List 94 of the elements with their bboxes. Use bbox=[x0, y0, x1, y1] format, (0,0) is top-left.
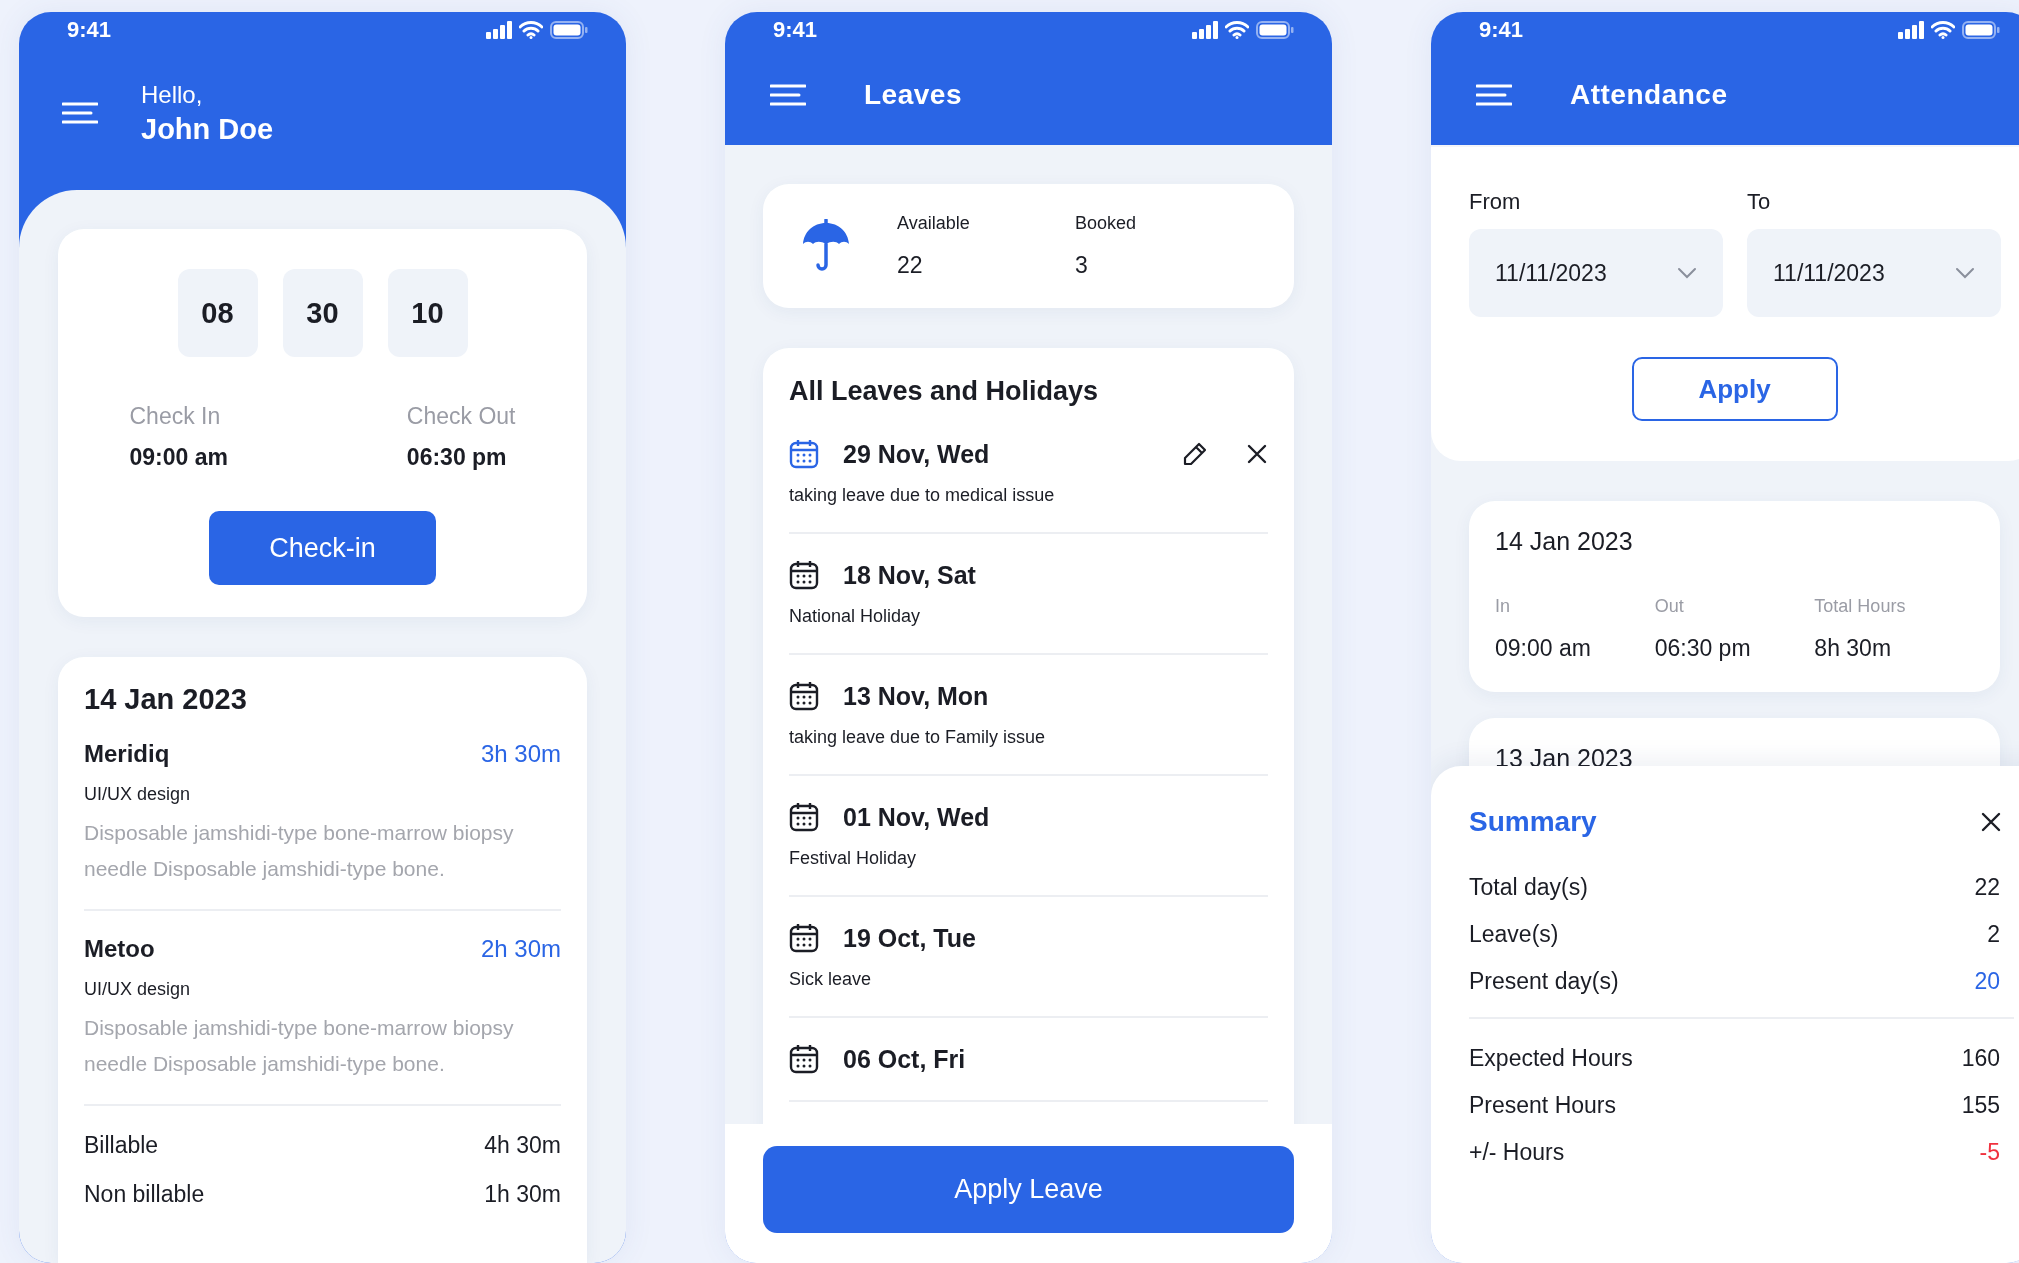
check-out-label: Check Out bbox=[406, 403, 516, 430]
signal-icon bbox=[1192, 21, 1218, 39]
balance-value: 22 bbox=[897, 252, 924, 279]
check-in-button[interactable]: Check-in bbox=[209, 511, 436, 585]
pencil-icon[interactable] bbox=[1182, 441, 1208, 467]
attendance-label: Total Hours bbox=[1814, 596, 1907, 617]
close-icon[interactable] bbox=[1980, 811, 2002, 833]
summary-value: -5 bbox=[1979, 1139, 2000, 1166]
greeting-text: Hello, bbox=[141, 80, 204, 109]
menu-icon[interactable] bbox=[770, 84, 806, 106]
chevron-down-icon bbox=[1677, 267, 1697, 279]
project-description: Disposable jamshidi-type bone-marrow biopsy needle Disposable jamshidi-type bone. bbox=[84, 820, 515, 882]
summary-value: 2 bbox=[1987, 921, 2000, 948]
calendar-icon bbox=[789, 439, 819, 469]
leave-date: 01 Nov, Wed bbox=[843, 802, 991, 832]
signal-icon bbox=[1898, 21, 1924, 39]
calendar-icon bbox=[789, 802, 819, 832]
summary-title: Summary bbox=[1469, 806, 1597, 838]
battery-icon bbox=[1962, 21, 2000, 39]
summary-label: Present day(s) bbox=[1469, 968, 1619, 995]
summary-value: 155 bbox=[1961, 1092, 2000, 1119]
status-time: 9:41 bbox=[773, 17, 818, 43]
leave-note: Festival Holiday bbox=[789, 848, 918, 869]
balance-label: Booked bbox=[1075, 213, 1138, 234]
project-description: Disposable jamshidi-type bone-marrow biopsy needle Disposable jamshidi-type bone. bbox=[84, 1015, 515, 1077]
summary-label: +/- Hours bbox=[1469, 1139, 1565, 1166]
status-time: 9:41 bbox=[1479, 17, 1524, 43]
status-time: 9:41 bbox=[67, 17, 112, 43]
leave-note: taking leave due to medical issue bbox=[789, 485, 1056, 506]
attendance-value: 06:30 pm bbox=[1654, 635, 1752, 662]
menu-icon[interactable] bbox=[62, 102, 98, 124]
timer-digit: 10 bbox=[387, 269, 468, 357]
date-dropdown[interactable]: 11/11/2023 bbox=[1469, 229, 1723, 317]
summary-value: 22 bbox=[1974, 874, 2000, 901]
leave-note: National Holiday bbox=[789, 606, 922, 627]
apply-leave-button[interactable]: Apply Leave bbox=[763, 1146, 1294, 1233]
leave-date: 18 Nov, Sat bbox=[843, 560, 977, 590]
check-out-time: 06:30 pm bbox=[406, 444, 508, 471]
total-value: 1h 30m bbox=[484, 1181, 561, 1208]
project-role: UI/UX design bbox=[84, 784, 192, 805]
umbrella-icon bbox=[801, 219, 851, 273]
total-label: Billable bbox=[84, 1132, 159, 1159]
close-icon[interactable] bbox=[1246, 443, 1268, 465]
summary-value: 20 bbox=[1974, 968, 2000, 995]
total-value: 4h 30m bbox=[484, 1132, 561, 1159]
wifi-icon bbox=[519, 21, 543, 39]
screen-title: Leaves bbox=[864, 79, 962, 111]
calendar-icon bbox=[789, 681, 819, 711]
date-label: From bbox=[1469, 189, 1522, 215]
apply-button[interactable]: Apply bbox=[1631, 357, 1838, 421]
attendance-value: 8h 30m bbox=[1814, 635, 1893, 662]
battery-icon bbox=[1256, 21, 1294, 39]
user-name: John Doe bbox=[141, 112, 274, 146]
total-label: Non billable bbox=[84, 1181, 205, 1208]
leave-date: 19 Oct, Tue bbox=[843, 923, 977, 953]
leave-date: 29 Nov, Wed bbox=[843, 439, 991, 469]
project-hours: 2h 30m bbox=[480, 935, 561, 963]
balance-value: 3 bbox=[1075, 252, 1089, 279]
summary-label: Expected Hours bbox=[1469, 1045, 1633, 1072]
project-role: UI/UX design bbox=[84, 979, 192, 1000]
calendar-icon bbox=[789, 560, 819, 590]
attendance-date: 14 Jan 2023 bbox=[1495, 527, 1634, 556]
project-name: Metoo bbox=[84, 935, 155, 963]
date-dropdown[interactable]: 11/11/2023 bbox=[1747, 229, 2001, 317]
leave-date: 13 Nov, Mon bbox=[843, 681, 990, 711]
leave-date: 06 Oct, Fri bbox=[843, 1044, 967, 1074]
balance-label: Available bbox=[897, 213, 971, 234]
project-hours: 3h 30m bbox=[480, 740, 561, 768]
screen-title: Attendance bbox=[1570, 79, 1728, 111]
timer-digit: 08 bbox=[177, 269, 258, 357]
wifi-icon bbox=[1225, 21, 1249, 39]
menu-icon[interactable] bbox=[1476, 84, 1512, 106]
chevron-down-icon bbox=[1955, 267, 1975, 279]
leave-note: taking leave due to Family issue bbox=[789, 727, 1047, 748]
battery-icon bbox=[550, 21, 588, 39]
wifi-icon bbox=[1931, 21, 1955, 39]
attendance-label: Out bbox=[1654, 596, 1685, 617]
summary-label: Total day(s) bbox=[1469, 874, 1588, 901]
date-label: To bbox=[1747, 189, 1772, 215]
leave-note: Sick leave bbox=[789, 969, 873, 990]
attendance-label: In bbox=[1495, 596, 1511, 617]
calendar-icon bbox=[789, 1044, 819, 1074]
signal-icon bbox=[486, 21, 512, 39]
day-date: 14 Jan 2023 bbox=[84, 683, 248, 716]
project-name: Meridiq bbox=[84, 740, 170, 768]
timer-digit: 30 bbox=[282, 269, 363, 357]
check-in-time: 09:00 am bbox=[129, 444, 228, 471]
summary-label: Leave(s) bbox=[1469, 921, 1559, 948]
calendar-icon bbox=[789, 923, 819, 953]
list-title: All Leaves and Holidays bbox=[789, 376, 1100, 407]
summary-value: 160 bbox=[1961, 1045, 2000, 1072]
attendance-value: 09:00 am bbox=[1495, 635, 1592, 662]
check-in-label: Check In bbox=[129, 403, 222, 430]
summary-label: Present Hours bbox=[1469, 1092, 1616, 1119]
